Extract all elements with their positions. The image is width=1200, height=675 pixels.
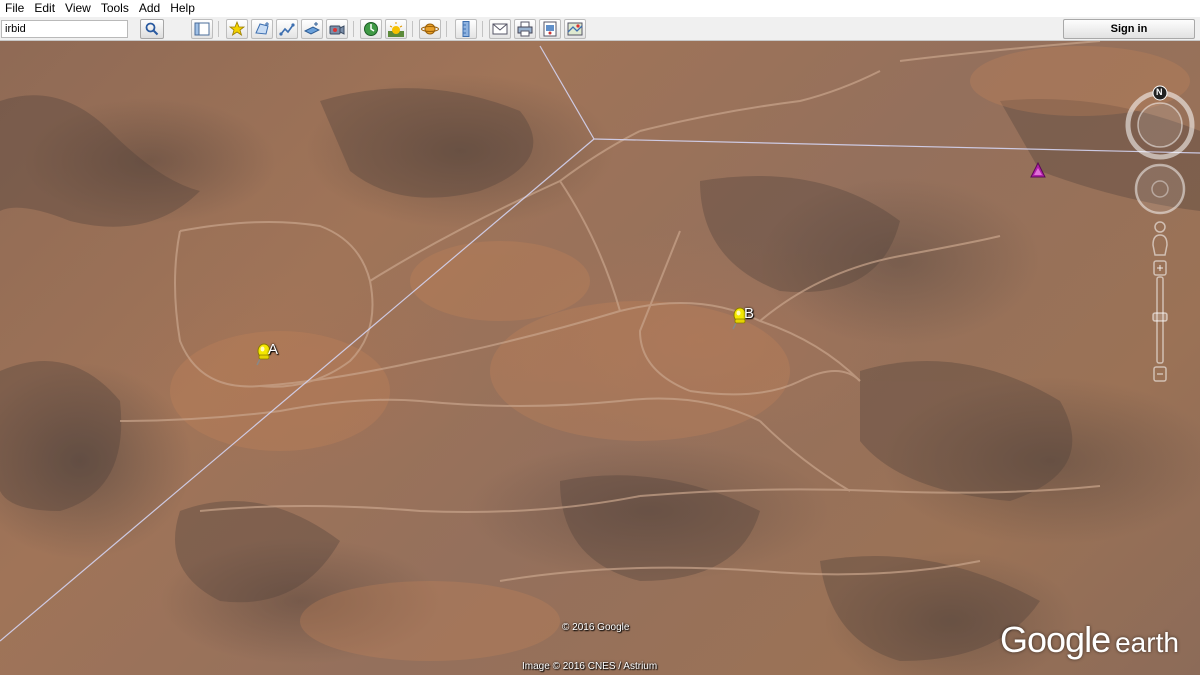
email-button[interactable]	[489, 19, 511, 39]
image-overlay-icon	[304, 22, 320, 35]
sunlight-button[interactable]	[385, 19, 407, 39]
ruler-button[interactable]	[455, 19, 477, 39]
add-image-overlay-button[interactable]	[301, 19, 323, 39]
placemark-icon	[229, 21, 245, 36]
move-joystick[interactable]	[1134, 163, 1186, 215]
sidebar-toggle-button[interactable]	[191, 19, 213, 39]
email-icon	[492, 23, 508, 35]
navigation-svg	[1125, 85, 1195, 382]
google-earth-logo: Google earth	[1000, 619, 1179, 661]
polygon-icon	[255, 22, 269, 35]
add-placemark-button[interactable]	[226, 19, 248, 39]
sign-in-button[interactable]: Sign in	[1063, 19, 1195, 39]
path-icon	[279, 23, 295, 36]
menu-bar: File Edit View Tools Add Help	[0, 0, 1200, 17]
imagery-credit: Image © 2016 CNES / Astrium	[522, 661, 658, 672]
logo-google-text: Google	[1000, 619, 1111, 660]
pegman-icon[interactable]	[1152, 221, 1168, 256]
toolbar-separator	[446, 21, 447, 37]
menu-view[interactable]: View	[60, 0, 96, 17]
look-joystick[interactable]	[1125, 90, 1195, 160]
menu-tools[interactable]: Tools	[96, 0, 134, 17]
add-path-button[interactable]	[276, 19, 298, 39]
zoom-slider[interactable]	[1152, 260, 1168, 382]
placemark-label-a: A	[268, 341, 279, 358]
add-polygon-button[interactable]	[251, 19, 273, 39]
placemark-label-b: B	[744, 305, 755, 322]
record-tour-button[interactable]	[326, 19, 348, 39]
toolbar-separator	[412, 21, 413, 37]
toolbar-separator	[218, 21, 219, 37]
terrain-overlay	[0, 41, 1200, 661]
historical-imagery-icon	[364, 22, 378, 36]
planets-icon	[421, 23, 439, 35]
record-tour-icon	[329, 25, 345, 35]
menu-help[interactable]: Help	[165, 0, 200, 17]
map-view[interactable]: A B N © 2016 Google Image © 2016 CNES / …	[0, 41, 1200, 675]
search-input[interactable]	[1, 20, 128, 38]
sidebar-toggle-icon	[194, 22, 210, 36]
toolbar: Sign in	[0, 17, 1200, 41]
menu-file[interactable]: File	[0, 0, 29, 17]
navigation-controls: N	[1120, 85, 1200, 395]
historical-imagery-button[interactable]	[360, 19, 382, 39]
search-button[interactable]	[140, 19, 164, 39]
save-image-icon	[543, 21, 557, 37]
view-in-google-maps-button[interactable]	[564, 19, 586, 39]
ruler-icon	[462, 21, 470, 37]
toolbar-separator	[353, 21, 354, 37]
map-copyright: © 2016 Google	[562, 622, 630, 633]
switch-planet-button[interactable]	[419, 19, 441, 39]
toolbar-separator	[482, 21, 483, 37]
compass-north-label: N	[1156, 87, 1163, 97]
sun-icon	[388, 22, 404, 37]
menu-edit[interactable]: Edit	[29, 0, 60, 17]
logo-earth-text: earth	[1115, 627, 1179, 658]
print-icon	[517, 21, 533, 37]
view-in-maps-icon	[567, 22, 583, 36]
menu-add[interactable]: Add	[134, 0, 165, 17]
save-image-button[interactable]	[539, 19, 561, 39]
print-button[interactable]	[514, 19, 536, 39]
search-icon	[145, 22, 159, 36]
